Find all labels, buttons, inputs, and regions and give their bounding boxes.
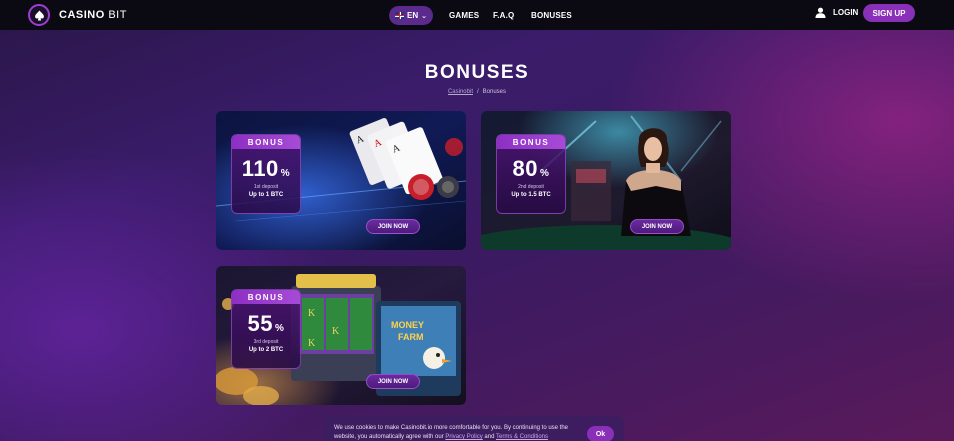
percent-sign: % — [275, 323, 285, 334]
percent-sign: % — [540, 168, 550, 179]
breadcrumb-separator: / — [476, 89, 479, 95]
casino-bit-logo[interactable]: CASINO BIT — [28, 4, 127, 26]
bonus-percent: 55% — [232, 311, 300, 337]
privacy-policy-link[interactable]: Privacy Policy — [445, 434, 482, 440]
bonus-percent-value: 55 — [247, 311, 274, 336]
nav-bonuses[interactable]: BONUSES — [531, 11, 572, 20]
chevron-down-icon: ⌄ — [421, 12, 427, 20]
language-selector[interactable]: EN ⌄ — [389, 6, 433, 25]
login-label: LOGIN — [833, 8, 859, 17]
join-now-button[interactable]: JOIN NOW — [630, 219, 684, 234]
bonus-badge: BONUS 80% 2nd deposit Up to 1.5 BTC — [496, 134, 566, 214]
logo-text: CASINO BIT — [59, 9, 127, 21]
bonus-percent: 110% — [232, 156, 300, 182]
percent-sign: % — [280, 168, 291, 179]
top-navigation-bar: CASINO BIT EN ⌄ GAMES F.A.Q BONUSES LOGI… — [0, 0, 954, 30]
bonus-percent-value: 80 — [512, 156, 539, 181]
bonus-max: Up to 2 BTC — [248, 347, 284, 353]
bonus-max: Up to 1 BTC — [248, 192, 284, 198]
bonus-badge-label: BONUS — [232, 135, 300, 149]
breadcrumb-current: Bonuses — [482, 89, 507, 95]
cookie-ok-button[interactable]: Ok — [587, 426, 614, 441]
bonus-card-third-deposit: K K K MONEY FARM BONUS 55% 3rd deposit U… — [216, 266, 466, 405]
svg-text:K: K — [308, 308, 316, 319]
bonus-badge: BONUS 110% 1st deposit Up to 1 BTC — [231, 134, 301, 214]
deposit-label: 3rd deposit — [253, 339, 279, 345]
join-now-button[interactable]: JOIN NOW — [366, 219, 420, 234]
svg-text:FARM: FARM — [398, 332, 424, 342]
bonus-max: Up to 1.5 BTC — [511, 192, 551, 198]
logo-sub-text: BIT — [108, 9, 127, 21]
nav-faq[interactable]: F.A.Q — [493, 11, 514, 20]
spade-icon — [28, 4, 50, 26]
breadcrumb-home-link[interactable]: Casinobit — [448, 89, 473, 95]
user-icon — [815, 7, 826, 18]
cookie-message: We use cookies to make Casinobit.io more… — [334, 424, 584, 441]
join-now-button[interactable]: JOIN NOW — [366, 374, 420, 389]
svg-text:MONEY: MONEY — [391, 320, 424, 330]
deposit-label: 2nd deposit — [518, 184, 544, 190]
bonus-percent-value: 110 — [241, 156, 279, 181]
cookie-text-and: and — [482, 434, 496, 440]
bonus-card-second-deposit: BONUS 80% 2nd deposit Up to 1.5 BTC JOIN… — [481, 111, 731, 250]
bonus-card-first-deposit: A A A BONUS 110% 1st deposit Up to 1 BTC… — [216, 111, 466, 250]
breadcrumb: Casinobit / Bonuses — [0, 89, 954, 95]
bonus-badge: BONUS 55% 3rd deposit Up to 2 BTC — [231, 289, 301, 369]
deposit-label: 1st deposit — [253, 184, 279, 190]
svg-text:K: K — [332, 326, 340, 337]
bonus-badge-label: BONUS — [232, 290, 300, 304]
nav-games[interactable]: GAMES — [449, 11, 479, 20]
svg-text:K: K — [308, 338, 316, 349]
login-button[interactable]: LOGIN — [815, 7, 858, 18]
sign-up-button[interactable]: SIGN UP — [863, 4, 915, 22]
bonus-badge-label: BONUS — [497, 135, 565, 149]
logo-main-text: CASINO — [59, 9, 105, 21]
terms-conditions-link[interactable]: Terms & Conditions — [496, 434, 548, 440]
uk-flag-icon — [395, 12, 404, 19]
cookie-consent-banner: We use cookies to make Casinobit.io more… — [324, 416, 624, 441]
language-label: EN — [407, 11, 419, 20]
bonus-percent: 80% — [497, 156, 565, 182]
page-title: BONUSES — [424, 62, 530, 83]
